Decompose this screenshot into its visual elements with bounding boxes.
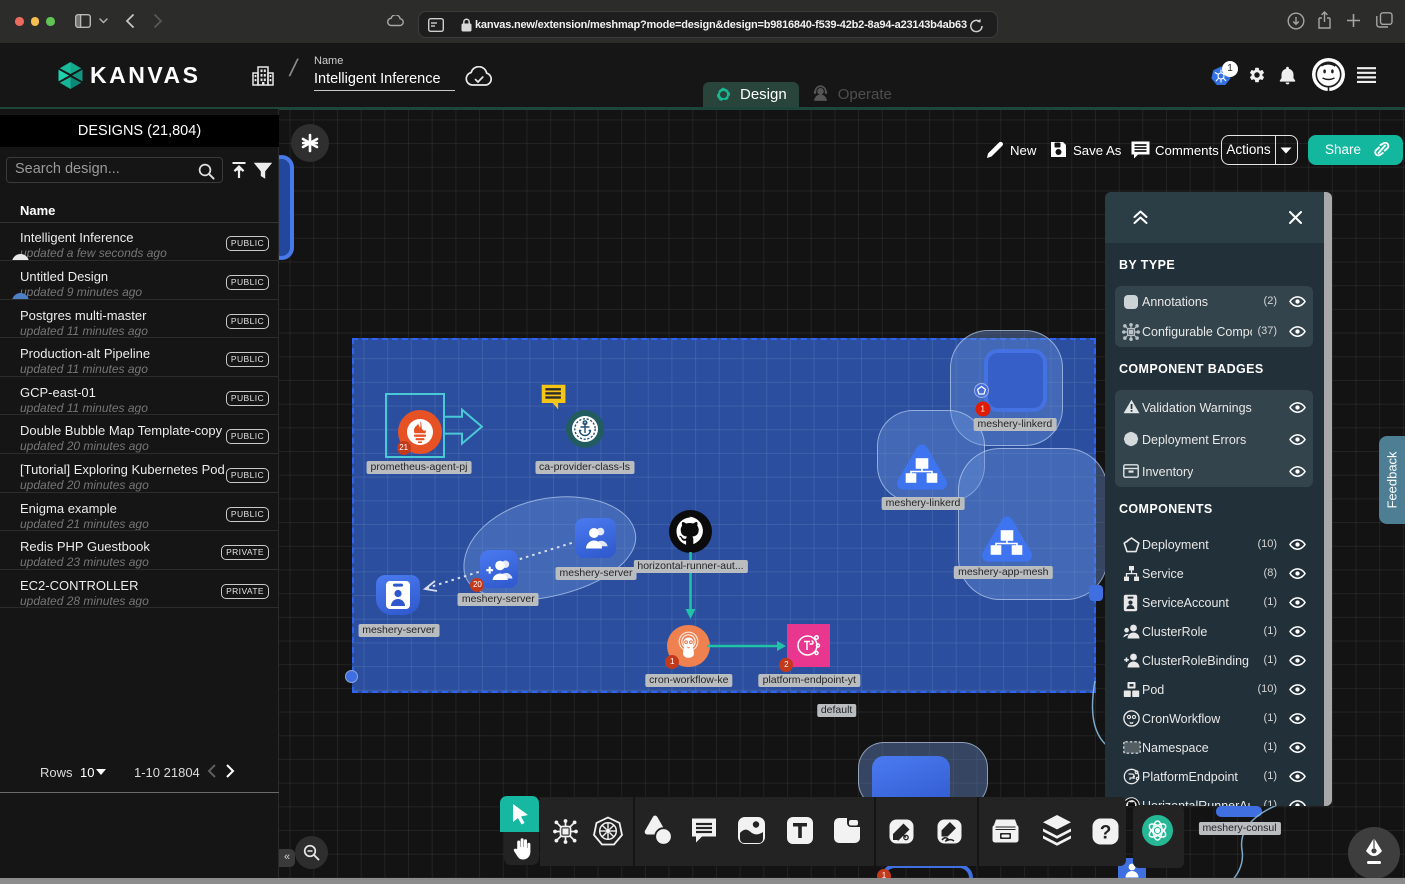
svg-text:?: ? — [1100, 823, 1112, 844]
